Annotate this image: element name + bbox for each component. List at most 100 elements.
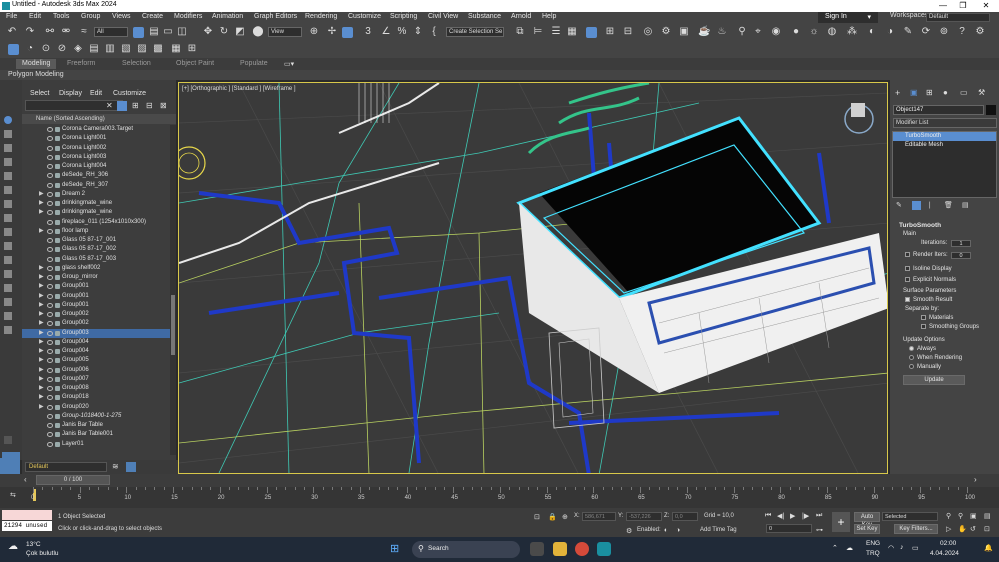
configure-sets-icon[interactable]: ▤ [962, 201, 969, 209]
list-item[interactable]: ▶ Group002 [22, 310, 170, 319]
render-iters-checkbox[interactable] [905, 252, 910, 257]
expand-icon[interactable]: ▶ [39, 208, 44, 217]
list-item[interactable]: fireplace_011 (1254x1010x300) [22, 218, 170, 227]
visibility-icon[interactable] [47, 256, 53, 262]
window-crossing-icon[interactable]: ◫ [176, 26, 188, 37]
visibility-icon[interactable] [47, 191, 53, 197]
list-item[interactable]: Corona Light001 [22, 134, 170, 143]
collapse-icon[interactable] [4, 436, 12, 444]
show-end-result-icon[interactable] [912, 201, 921, 210]
rotate-icon[interactable]: ↻ [218, 26, 230, 37]
toggle-layer-explorer-icon[interactable]: ☰ [550, 26, 562, 37]
list-item[interactable]: Glass 05 87-17_001 [22, 236, 170, 245]
play-icon[interactable]: ▶ [790, 512, 795, 520]
menu-scripting[interactable]: Scripting [390, 13, 417, 20]
menu-graph-editors[interactable]: Graph Editors [254, 13, 297, 20]
corona-converter-icon[interactable]: ⟳ [920, 26, 932, 37]
toggle-ribbon-icon[interactable]: ▦ [566, 26, 578, 37]
selection-filter-dropdown[interactable]: All [94, 27, 128, 37]
list-item[interactable]: Glass 05 87-17_003 [22, 255, 170, 264]
schematic-view-icon[interactable]: ⊟ [622, 26, 634, 37]
walkthrough-icon[interactable]: ⊞ [186, 43, 198, 54]
render-setup-icon[interactable]: ⚙ [660, 26, 672, 37]
display-invert-icon[interactable] [4, 312, 12, 320]
list-item[interactable]: ▶ glass shelf002 [22, 264, 170, 273]
field-of-view-icon[interactable]: ▷ [946, 525, 951, 533]
key-mode-icon[interactable]: ⊶ [816, 526, 823, 534]
reference-coordinate-dropdown[interactable]: View [268, 27, 302, 37]
material-editor-icon[interactable]: ◎ [642, 26, 654, 37]
corona-help-icon[interactable]: ? [956, 26, 968, 37]
utilities-tab-icon[interactable]: ⚒ [978, 88, 985, 97]
list-item[interactable]: Janis Bar Table [22, 421, 170, 430]
file-explorer-icon[interactable] [553, 542, 567, 556]
prev-key-icon[interactable]: ◀| [777, 512, 784, 520]
expand-icon[interactable]: ▶ [39, 227, 44, 236]
visibility-icon[interactable] [47, 432, 53, 438]
list-item[interactable]: ▶ Group004 [22, 338, 170, 347]
close-button[interactable]: ✕ [981, 1, 991, 10]
ribbon-tab-freeform[interactable]: Freeform [67, 60, 95, 67]
list-item[interactable]: ▶ Group_mirror [22, 273, 170, 282]
explorer-menu-edit[interactable]: Edit [90, 90, 102, 97]
visibility-icon[interactable] [47, 441, 53, 447]
menu-tools[interactable]: Tools [53, 13, 69, 20]
visibility-icon[interactable] [47, 302, 53, 308]
display-shapes-icon[interactable] [4, 144, 12, 152]
maxscript-mini-listener[interactable]: 21294 unused [2, 521, 52, 531]
visibility-icon[interactable] [47, 182, 53, 188]
notifications-icon[interactable]: 🔔 [984, 544, 993, 552]
prev-frame-icon[interactable]: ‹ [24, 475, 27, 484]
display-geometry-icon[interactable] [4, 130, 12, 138]
smoothing-groups-row[interactable]: Smoothing Groups [921, 324, 979, 330]
explicit-row[interactable]: Explicit Normals [905, 277, 956, 283]
goto-start-icon[interactable]: ⏮ [765, 512, 771, 520]
visibility-icon[interactable] [47, 201, 53, 206]
select-object-button[interactable] [133, 27, 144, 38]
modify-tab-icon[interactable]: ▣ [910, 88, 918, 97]
list-item[interactable]: Janis Bar Table001 [22, 430, 170, 439]
redo-icon[interactable]: ↷ [24, 26, 36, 37]
display-containers-icon[interactable] [4, 256, 12, 264]
explorer-menu-customize[interactable]: Customize [113, 90, 146, 97]
move-icon[interactable]: ✥ [202, 26, 214, 37]
keyboard-shortcut-toggle[interactable] [342, 27, 353, 38]
expand-icon[interactable]: ▶ [39, 264, 44, 273]
weather-icon[interactable]: ☁ [8, 541, 18, 552]
sign-in-button[interactable]: Sign In ▾ [818, 12, 878, 23]
menu-modifiers[interactable]: Modifiers [174, 13, 202, 20]
curve-editor-icon[interactable]: ⊞ [604, 26, 616, 37]
expand-icon[interactable]: ▶ [39, 384, 44, 393]
visibility-icon[interactable] [47, 404, 53, 410]
list-item[interactable]: ▶ Group020 [22, 403, 170, 412]
clock-time[interactable]: 02:00 [940, 540, 956, 547]
remove-modifier-icon[interactable]: 🗑 [944, 201, 953, 209]
orbit-icon[interactable]: ↺ [970, 525, 976, 533]
expand-icon[interactable]: ▶ [39, 319, 44, 328]
list-item[interactable]: Corona Camera003.Target [22, 125, 170, 134]
adaptive-degradation-icon[interactable]: ◐ [664, 527, 668, 534]
zoom-extents-all-icon[interactable]: ▤ [984, 512, 991, 520]
time-slider-track[interactable]: 0 / 100 ‹ › [0, 474, 999, 487]
explorer-dock-icon[interactable] [0, 458, 20, 474]
pan-icon[interactable]: ✋ [958, 525, 967, 533]
manually-row[interactable]: Manually [909, 364, 941, 370]
mirror-icon[interactable]: ⧉ [514, 26, 526, 37]
statistics-icon[interactable]: ▦ [170, 43, 182, 54]
link-icon[interactable]: ⚯ [44, 26, 56, 37]
list-item[interactable]: Corona Light003 [22, 153, 170, 162]
always-radio[interactable] [909, 346, 914, 351]
expand-icon[interactable]: ▶ [39, 292, 44, 301]
visibility-icon[interactable] [47, 127, 53, 132]
expand-icon[interactable]: ▶ [39, 338, 44, 347]
layer-stack-icon[interactable]: ≋ [112, 462, 119, 471]
layer-add-icon[interactable]: ▥ [104, 43, 116, 54]
set-key-big-button[interactable]: + [832, 512, 850, 532]
time-tag-add-icon[interactable]: ◑ [676, 527, 680, 534]
goto-end-icon[interactable]: ⏭ [816, 512, 822, 520]
corona-vfb-icon[interactable]: ◐ [866, 26, 878, 37]
zoom-extents-icon[interactable]: ▣ [970, 512, 977, 520]
list-item[interactable]: Corona Light004 [22, 162, 170, 171]
display-bones-icon[interactable] [4, 242, 12, 250]
make-unique-icon[interactable]: ∣ [928, 201, 932, 209]
